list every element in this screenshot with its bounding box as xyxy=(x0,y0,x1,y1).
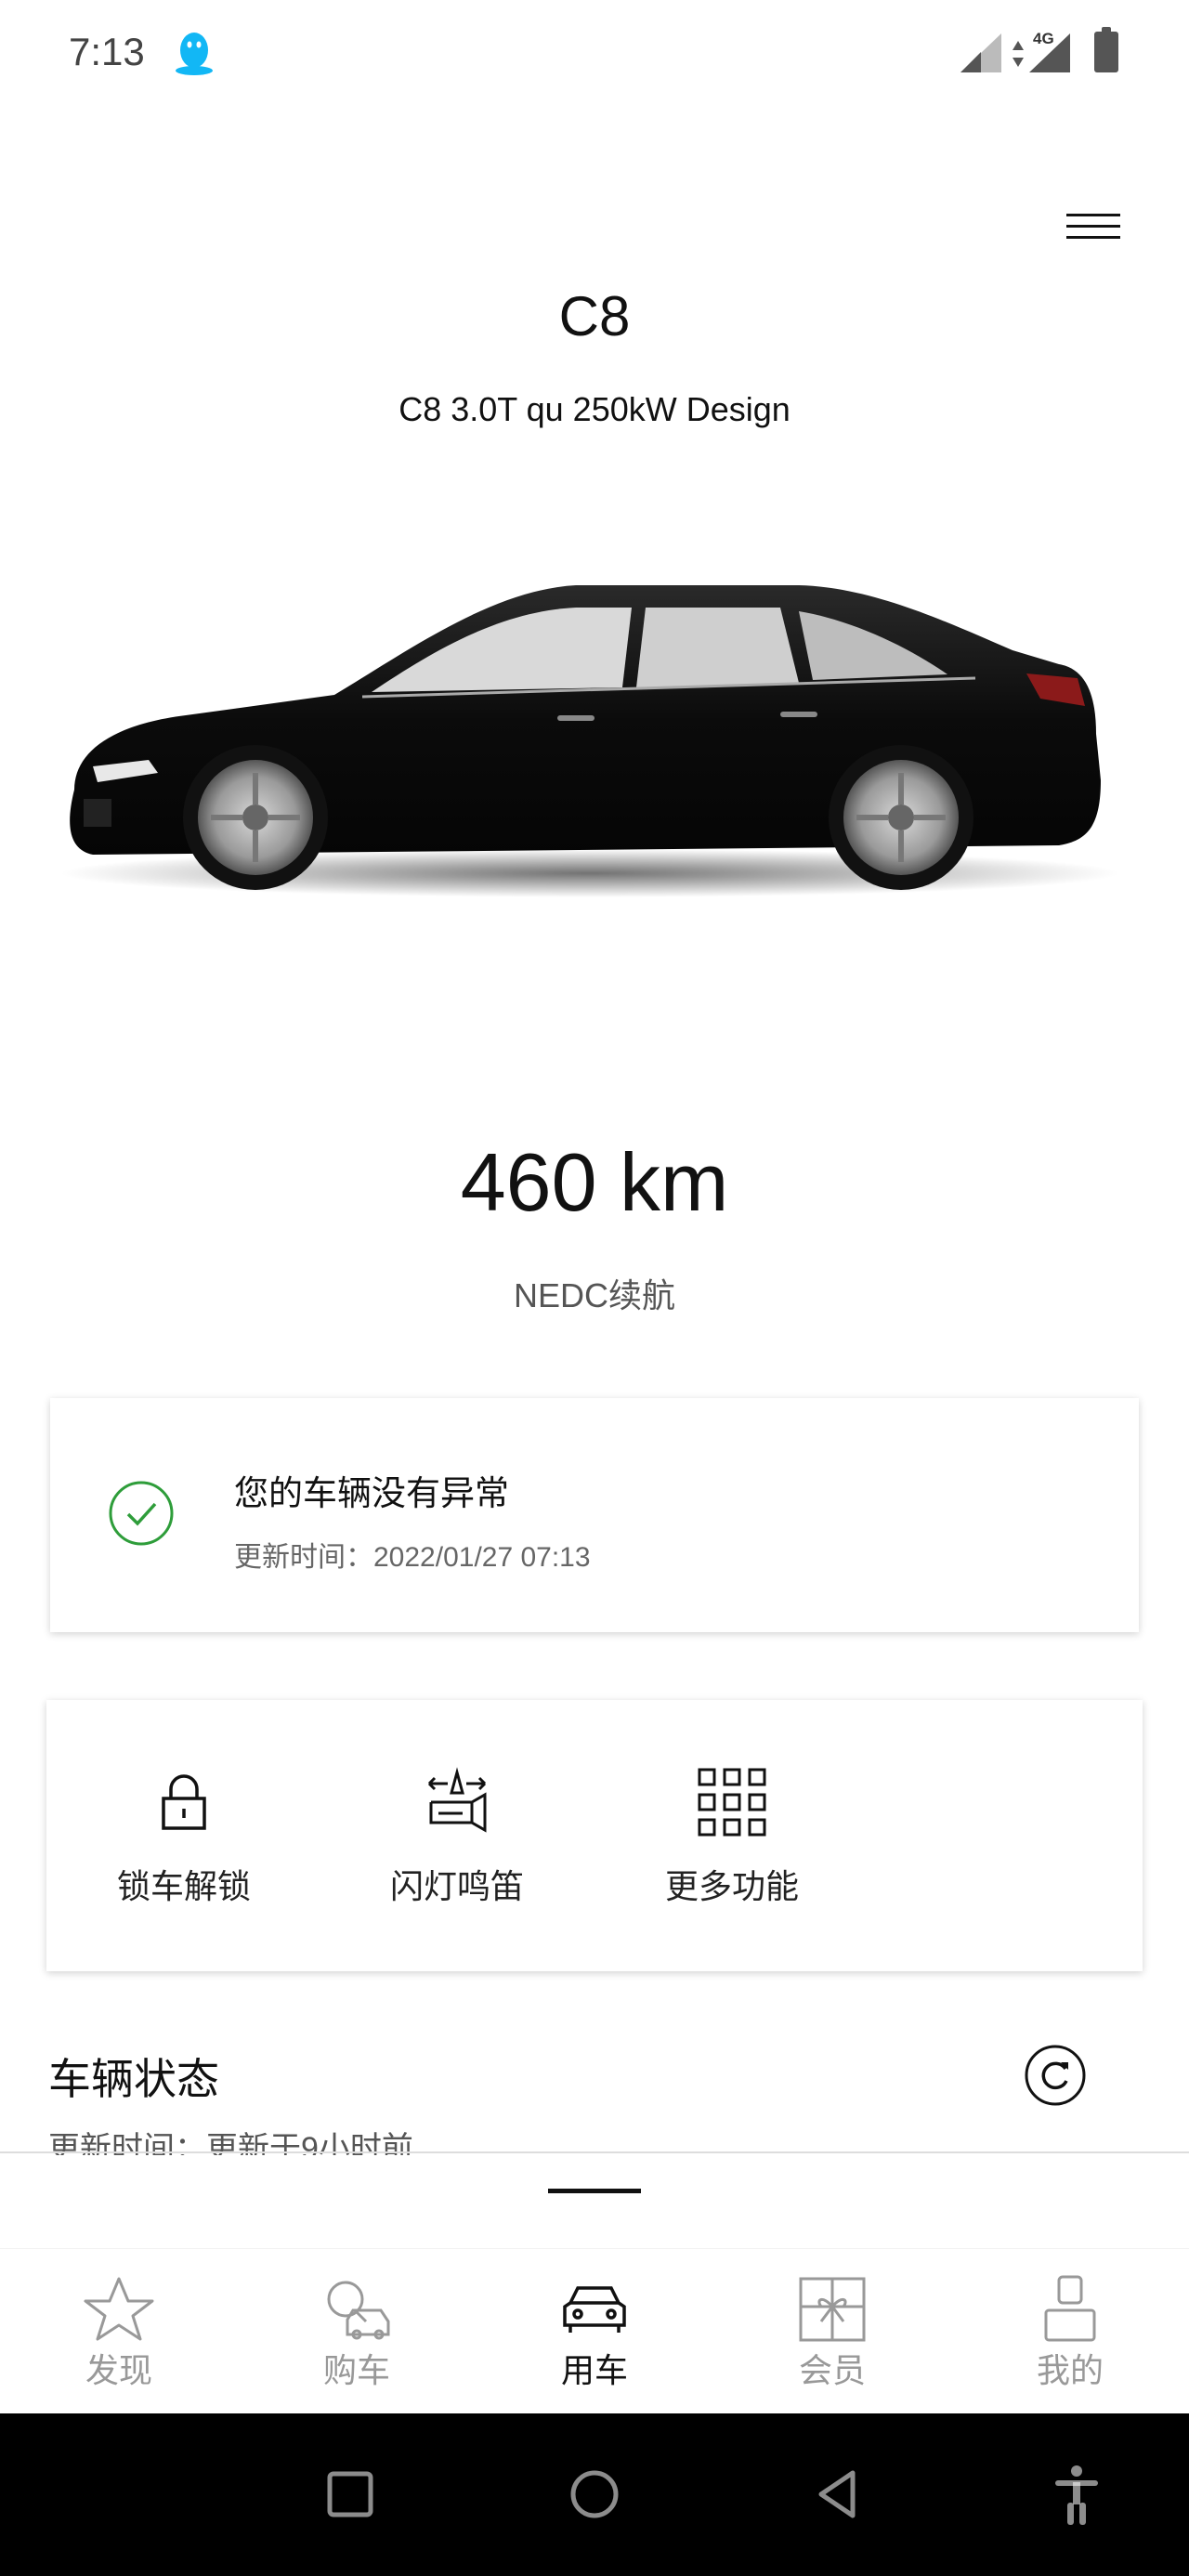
status-time: 7:13 xyxy=(69,30,145,73)
refresh-icon[interactable] xyxy=(1024,2044,1087,2107)
grid-icon xyxy=(698,1768,766,1837)
tab-mine[interactable]: 我的 xyxy=(951,2249,1189,2414)
tab-member[interactable]: 会员 xyxy=(713,2249,951,2414)
health-updated-time: 更新时间：2022/01/27 07:13 xyxy=(234,1542,591,1573)
lock-unlock-label: 锁车解锁 xyxy=(116,1867,251,1905)
sheet-divider xyxy=(0,2151,1189,2153)
tab-buy-car-label: 购车 xyxy=(322,2351,390,2389)
tab-mine-label: 我的 xyxy=(1036,2351,1104,2389)
lock-unlock-button[interactable]: 锁车解锁 xyxy=(91,1765,277,1914)
flash-horn-icon xyxy=(427,1767,487,1833)
accessibility-icon[interactable] xyxy=(1044,2462,1109,2527)
home-icon[interactable] xyxy=(562,2462,627,2527)
car-icon xyxy=(563,2286,626,2333)
range-value: 460 km xyxy=(460,1136,729,1228)
vehicle-status-title: 车辆状态 xyxy=(48,2055,219,2103)
health-message: 您的车辆没有异常 xyxy=(234,1474,509,1512)
person-icon xyxy=(1044,2275,1096,2342)
recents-icon[interactable] xyxy=(318,2462,383,2527)
tab-buy-car[interactable]: 购车 xyxy=(238,2249,476,2414)
more-functions-button[interactable]: 更多功能 xyxy=(639,1765,825,1914)
signal-4g-icon xyxy=(1029,33,1070,72)
data-arrows-icon xyxy=(1013,41,1024,67)
flash-horn-label: 闪灯鸣笛 xyxy=(389,1867,524,1905)
star-icon xyxy=(84,2277,154,2341)
battery-icon xyxy=(1094,27,1118,72)
range-label: NEDC续航 xyxy=(513,1276,675,1314)
bottom-tab-bar: 发现 购车 用车 会员 我的 xyxy=(0,2248,1189,2413)
search-car-icon xyxy=(327,2281,390,2340)
tab-use-car-label: 用车 xyxy=(560,2351,628,2389)
tab-member-label: 会员 xyxy=(798,2351,866,2389)
car-variant-subtitle: C8 3.0T qu 250kW Design xyxy=(399,390,790,428)
tab-discover[interactable]: 发现 xyxy=(0,2249,238,2414)
car-model-title: C8 xyxy=(558,285,631,347)
qq-penguin-icon xyxy=(176,33,213,75)
sheet-drag-handle[interactable] xyxy=(548,2189,641,2193)
tab-use-car[interactable]: 用车 xyxy=(476,2249,713,2414)
quick-actions-card: 锁车解锁 闪灯鸣笛 更多功能 xyxy=(46,1700,1143,1971)
signal-icon xyxy=(960,33,1001,72)
lock-icon xyxy=(162,1774,206,1830)
vehicle-health-card[interactable]: 您的车辆没有异常 更新时间：2022/01/27 07:13 xyxy=(50,1398,1139,1632)
gift-icon xyxy=(799,2277,866,2342)
tab-discover-label: 发现 xyxy=(85,2351,152,2389)
car-image xyxy=(60,585,1119,897)
check-circle-icon xyxy=(109,1481,174,1546)
flash-horn-button[interactable]: 闪灯鸣笛 xyxy=(364,1765,550,1914)
back-icon[interactable] xyxy=(806,2462,871,2527)
hamburger-menu-icon[interactable] xyxy=(1066,210,1120,242)
system-nav-bar xyxy=(0,2413,1189,2576)
more-functions-label: 更多功能 xyxy=(664,1867,799,1905)
status-bar: 7:13 4G xyxy=(0,0,1189,110)
